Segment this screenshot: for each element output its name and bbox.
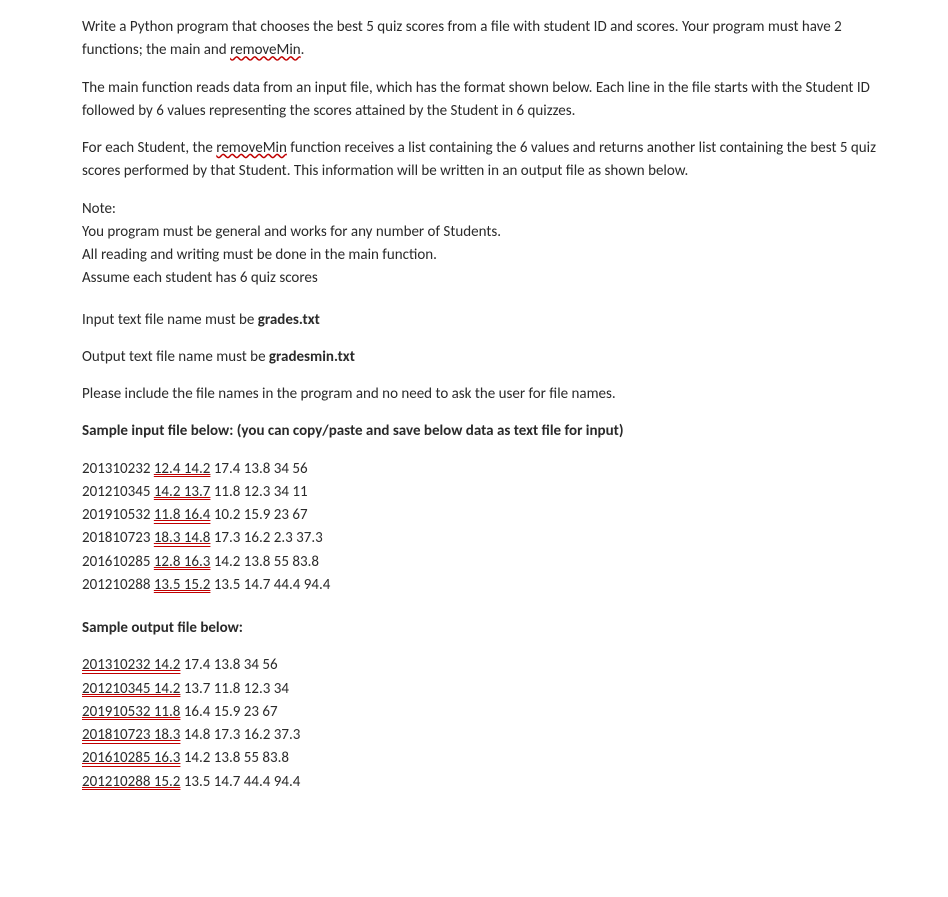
grammar-mark: 18.3 14.8 bbox=[154, 529, 211, 547]
input-filename-line: Input text file name must be grades.txt bbox=[82, 309, 892, 332]
text: 201910532 bbox=[82, 506, 154, 524]
text: Output text file name must be bbox=[82, 348, 269, 366]
text: 14.8 17.3 16.2 37.3 bbox=[180, 726, 300, 744]
paragraph-3: For each Student, the removeMin function… bbox=[82, 137, 892, 184]
paragraph-2: The main function reads data from an inp… bbox=[82, 77, 892, 124]
text: 17.3 16.2 2.3 37.3 bbox=[210, 529, 322, 547]
text: 13.5 14.7 44.4 94.4 bbox=[180, 773, 300, 791]
grammar-mark: 13.5 15.2 bbox=[154, 576, 211, 594]
note-line: All reading and writing must be done in … bbox=[82, 244, 892, 267]
input-row: 201910532 11.8 16.4 10.2 15.9 23 67 bbox=[82, 504, 892, 527]
sample-output-block: 201310232 14.2 17.4 13.8 34 56 201210345… bbox=[82, 654, 892, 794]
input-row: 201310232 12.4 14.2 17.4 13.8 34 56 bbox=[82, 458, 892, 481]
text: For each Student, the bbox=[82, 139, 216, 157]
note-line: Assume each student has 6 quiz scores bbox=[82, 267, 892, 290]
text: 14.2 13.8 55 83.8 bbox=[210, 553, 319, 571]
input-row: 201210345 14.2 13.7 11.8 12.3 34 11 bbox=[82, 481, 892, 504]
output-row: 201910532 11.8 16.4 15.9 23 67 bbox=[82, 701, 892, 724]
output-row: 201210345 14.2 13.7 11.8 12.3 34 bbox=[82, 678, 892, 701]
text: 10.2 15.9 23 67 bbox=[210, 506, 307, 524]
sample-input-heading: Sample input file below: (you can copy/p… bbox=[82, 420, 892, 443]
text: 201610285 bbox=[82, 553, 154, 571]
note-block: Note: You program must be general and wo… bbox=[82, 198, 892, 291]
sample-input-block: 201310232 12.4 14.2 17.4 13.8 34 56 2012… bbox=[82, 458, 892, 598]
output-row: 201810723 18.3 14.8 17.3 16.2 37.3 bbox=[82, 724, 892, 747]
paragraph-1: Write a Python program that chooses the … bbox=[82, 16, 892, 63]
text: 14.2 13.8 55 83.8 bbox=[180, 749, 289, 767]
text: 17.4 13.8 34 56 bbox=[180, 656, 277, 674]
filename: grades.txt bbox=[258, 311, 320, 329]
text: 201210288 bbox=[82, 576, 154, 594]
input-row: 201610285 12.8 16.3 14.2 13.8 55 83.8 bbox=[82, 551, 892, 574]
output-row: 201610285 16.3 14.2 13.8 55 83.8 bbox=[82, 747, 892, 770]
grammar-mark: 201910532 11.8 bbox=[82, 703, 180, 721]
text: Input text file name must be bbox=[82, 311, 258, 329]
spellcheck-word: removeMin bbox=[230, 41, 301, 59]
input-row: 201810723 18.3 14.8 17.3 16.2 2.3 37.3 bbox=[82, 527, 892, 550]
text: Write a Python program that chooses the … bbox=[82, 18, 842, 59]
grammar-mark: 201610285 16.3 bbox=[82, 749, 180, 767]
output-row: 201210288 15.2 13.5 14.7 44.4 94.4 bbox=[82, 771, 892, 794]
grammar-mark: 11.8 16.4 bbox=[154, 506, 211, 524]
input-row: 201210288 13.5 15.2 13.5 14.7 44.4 94.4 bbox=[82, 574, 892, 597]
grammar-mark: 201810723 18.3 bbox=[82, 726, 180, 744]
text: 11.8 12.3 34 11 bbox=[210, 483, 307, 501]
note-heading: Note: bbox=[82, 198, 892, 221]
grammar-mark: 12.4 14.2 bbox=[154, 460, 211, 478]
text: 17.4 13.8 34 56 bbox=[210, 460, 307, 478]
text: 13.5 14.7 44.4 94.4 bbox=[210, 576, 330, 594]
output-row: 201310232 14.2 17.4 13.8 34 56 bbox=[82, 654, 892, 677]
sample-output-heading: Sample output file below: bbox=[82, 617, 892, 640]
output-filename-line: Output text file name must be gradesmin.… bbox=[82, 346, 892, 369]
text: 201210345 bbox=[82, 483, 154, 501]
text: . bbox=[301, 41, 305, 59]
spellcheck-word: removeMin bbox=[216, 139, 287, 157]
text: 201310232 bbox=[82, 460, 154, 478]
text: 16.4 15.9 23 67 bbox=[180, 703, 277, 721]
grammar-mark: 12.8 16.3 bbox=[154, 553, 211, 571]
text: 201810723 bbox=[82, 529, 154, 547]
note-line: You program must be general and works fo… bbox=[82, 221, 892, 244]
grammar-mark: 201210345 14.2 bbox=[82, 680, 180, 698]
grammar-mark: 201310232 14.2 bbox=[82, 656, 180, 674]
filename: gradesmin.txt bbox=[269, 348, 355, 366]
grammar-mark: 14.2 13.7 bbox=[154, 483, 211, 501]
grammar-mark: 201210288 15.2 bbox=[82, 773, 180, 791]
text: 13.7 11.8 12.3 34 bbox=[180, 680, 289, 698]
include-note: Please include the file names in the pro… bbox=[82, 383, 892, 406]
